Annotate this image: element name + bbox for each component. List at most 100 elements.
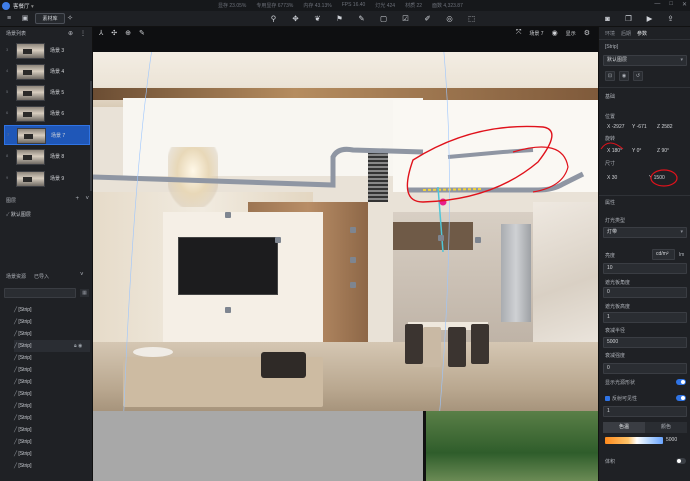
tab-params[interactable]: 参数	[637, 30, 647, 37]
display-menu[interactable]: 显示	[566, 30, 576, 37]
tab-color-temp[interactable]: 色温	[603, 422, 645, 433]
collapse-icon[interactable]: ˅	[85, 196, 89, 202]
globe-icon[interactable]: ⊕	[125, 29, 131, 37]
list-item[interactable]: [Strip]	[14, 460, 90, 472]
leaf-icon[interactable]: ❦	[312, 13, 323, 24]
list-item[interactable]: [Strip]	[14, 400, 90, 412]
maximize-button[interactable]: □	[669, 1, 673, 8]
scene-list-scrollbar[interactable]	[90, 81, 92, 191]
marker[interactable]	[438, 235, 444, 241]
falloff-strength-input[interactable]: 0	[603, 363, 687, 374]
settings-icon[interactable]: ⚙	[584, 29, 590, 37]
reflect-checkbox[interactable]	[605, 396, 610, 401]
strip-light-main[interactable]	[93, 146, 424, 188]
gizmo-handle[interactable]	[439, 198, 447, 206]
marker[interactable]	[350, 282, 356, 288]
lock-visibility-icons[interactable]: 🔒︎ ◉	[74, 343, 82, 349]
add-scene-icon[interactable]: ⊕	[68, 30, 73, 37]
brightness-input[interactable]: 10	[603, 263, 687, 274]
marker[interactable]	[225, 212, 231, 218]
strip-light-upper[interactable]	[447, 148, 534, 159]
move-icon[interactable]: ✥	[290, 13, 301, 24]
scene-item-5[interactable]: 5 场景 5	[4, 83, 90, 103]
brush-icon[interactable]: ✐	[422, 13, 433, 24]
beam-angle-input[interactable]: 0	[603, 287, 687, 298]
grid-view-icon[interactable]: ▦	[80, 289, 89, 297]
list-item[interactable]: [Strip]	[14, 412, 90, 424]
layer-default[interactable]: 默认图层	[6, 211, 31, 218]
list-item[interactable]: [Strip]	[14, 328, 90, 340]
flag-icon[interactable]: ⚑	[334, 13, 345, 24]
scene-item-4[interactable]: 4 场景 4	[4, 62, 90, 82]
scene-item-6[interactable]: 6 场景 6	[4, 104, 90, 124]
axis-icon[interactable]: ⅄	[99, 29, 103, 37]
collapse-resources-icon[interactable]: ˅	[80, 272, 84, 278]
list-item[interactable]: [Strip]	[14, 448, 90, 460]
tab-post[interactable]: 后期	[621, 30, 631, 37]
reflect-toggle[interactable]	[676, 395, 686, 401]
add-layer-icon[interactable]: +	[75, 196, 79, 202]
color-temp-value[interactable]: 5000	[666, 437, 677, 443]
material-library-button[interactable]: 素材库	[35, 13, 65, 24]
beam-height-input[interactable]: 1	[603, 312, 687, 323]
tab-scene-resources[interactable]: 场景资源	[6, 273, 26, 280]
tab-color[interactable]: 颜色	[645, 422, 687, 433]
list-item[interactable]: [Strip]	[14, 316, 90, 328]
pen-icon[interactable]: ✎	[356, 13, 367, 24]
reflect-input[interactable]: 1	[603, 406, 687, 417]
close-button[interactable]: ✕	[682, 1, 687, 8]
lock-icon[interactable]: ⊡	[605, 71, 615, 81]
bulb-icon[interactable]: ⚲	[268, 13, 279, 24]
minimize-button[interactable]: —	[654, 1, 660, 8]
falloff-radius-input[interactable]: 5000	[603, 337, 687, 348]
show-shape-toggle[interactable]	[676, 379, 686, 385]
marker[interactable]	[275, 237, 281, 243]
transform-icon[interactable]: ✣	[111, 29, 117, 37]
fullscreen-icon[interactable]: ⤧	[516, 29, 522, 37]
reset-icon[interactable]: ↺	[633, 71, 643, 81]
edit-icon[interactable]: ✎	[139, 29, 145, 37]
layers-icon[interactable]: ❒	[623, 13, 634, 24]
marker[interactable]	[225, 307, 231, 313]
list-item[interactable]: [Strip]	[14, 388, 90, 400]
scene-item-9[interactable]: 9 场景 9	[4, 169, 90, 189]
export-icon[interactable]: ⇪	[665, 13, 676, 24]
volume-toggle[interactable]	[676, 458, 686, 464]
tab-environment[interactable]: 环境	[605, 30, 615, 37]
scene-item-3[interactable]: 3 场景 3	[4, 41, 90, 61]
menu-icon[interactable]: ≡	[4, 14, 14, 24]
marker[interactable]	[350, 227, 356, 233]
3d-viewport[interactable]: ⅄ ✣ ⊕ ✎ ⤧ 场景 7 ◉ 显示 ⚙	[93, 27, 598, 481]
list-item[interactable]: [Strip]	[14, 304, 90, 316]
sidebar-toggle-icon[interactable]: ▣	[20, 14, 30, 24]
layer-select[interactable]: 默认图层	[603, 55, 687, 66]
circle-icon[interactable]: ◎	[444, 13, 455, 24]
scene-item-7[interactable]: 7 场景 7	[4, 125, 90, 145]
magic-icon[interactable]: ✧	[65, 14, 75, 24]
tab-imported[interactable]: 已导入	[34, 273, 49, 280]
box-icon[interactable]: ⬚	[466, 13, 477, 24]
square-icon[interactable]: ▢	[378, 13, 389, 24]
list-item[interactable]: [Strip]	[14, 352, 90, 364]
list-item[interactable]: [Strip]	[14, 436, 90, 448]
video-icon[interactable]: ▶	[644, 13, 655, 24]
list-item[interactable]: [Strip]	[14, 376, 90, 388]
list-item[interactable]: [Strip]	[14, 424, 90, 436]
color-temp-slider[interactable]	[605, 437, 663, 444]
brightness-unit-select[interactable]: cd/m²	[652, 249, 675, 260]
scene-item-8[interactable]: 8 场景 8	[4, 147, 90, 167]
render-view[interactable]	[93, 52, 598, 421]
view-icon[interactable]: ◉	[619, 71, 629, 81]
resource-search-input[interactable]	[4, 288, 76, 298]
list-item[interactable]: [Strip]	[14, 364, 90, 376]
check-icon[interactable]: ☑	[400, 13, 411, 24]
more-icon[interactable]: ⋮	[80, 30, 86, 37]
marker[interactable]	[350, 257, 356, 263]
camera-icon[interactable]: ◙	[602, 13, 613, 24]
project-title[interactable]: 客餐厅	[13, 2, 34, 10]
marker[interactable]	[475, 237, 481, 243]
scene-selector[interactable]: 场景 7	[529, 30, 543, 37]
gizmo-axis[interactable]	[437, 186, 444, 253]
lumen-unit[interactable]: lm	[679, 252, 684, 258]
light-type-select[interactable]: 灯带	[603, 227, 687, 238]
